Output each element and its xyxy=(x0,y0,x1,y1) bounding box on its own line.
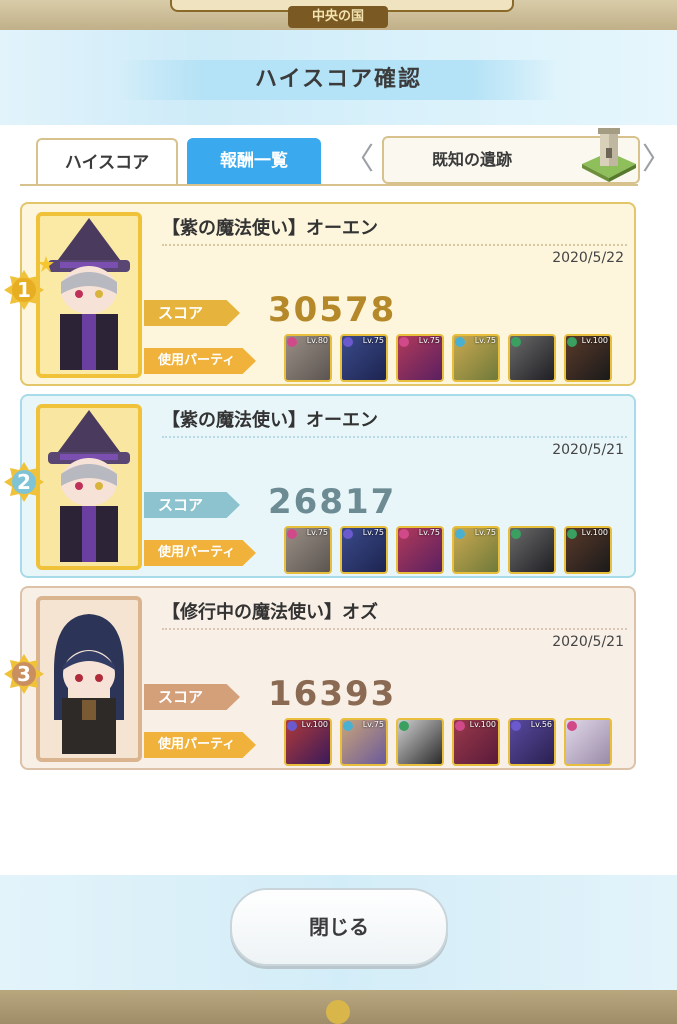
party-card[interactable]: Lv.80 xyxy=(284,334,332,382)
character-name: 【紫の魔法使い】オーエン xyxy=(162,410,378,431)
next-stage-arrow-icon[interactable]: 〉 xyxy=(642,140,672,180)
party-card[interactable] xyxy=(508,526,556,574)
party-card[interactable] xyxy=(508,334,556,382)
score-date: 2020/5/22 xyxy=(552,250,624,266)
map-background-top: 中央の国 xyxy=(0,0,677,32)
party-label: 使用パーティ xyxy=(144,732,256,758)
party-card[interactable]: Lv.75 xyxy=(452,526,500,574)
high-score-dialog: ハイスコア確認 ハイスコア 報酬一覧 〈 既知の遺跡 〉 1 【紫の魔法使い】オ… xyxy=(0,30,677,990)
attribute-icon xyxy=(567,337,577,347)
close-button[interactable]: 閉じる xyxy=(230,888,448,966)
dialog-header: ハイスコア確認 xyxy=(0,30,677,125)
attribute-icon xyxy=(567,529,577,539)
card-level: Lv.100 xyxy=(469,720,496,729)
party-card[interactable]: Lv.100 xyxy=(564,334,612,382)
attribute-icon xyxy=(343,337,353,347)
party-card[interactable]: Lv.75 xyxy=(340,526,388,574)
score-entry-rank-1: 1 【紫の魔法使い】オーエン 2020/5/22 スコア 30578 使用パーテ… xyxy=(4,202,636,386)
prev-stage-arrow-icon[interactable]: 〈 xyxy=(344,140,374,180)
card-level: Lv.75 xyxy=(362,528,384,537)
character-name: 【修行中の魔法使い】オズ xyxy=(162,602,378,623)
card-level: Lv.75 xyxy=(418,336,440,345)
stage-name: 既知の遺跡 xyxy=(432,150,513,169)
attribute-icon xyxy=(287,337,297,347)
attribute-icon xyxy=(567,721,577,731)
score-label: スコア xyxy=(144,684,240,710)
card-level: Lv.75 xyxy=(474,528,496,537)
character-portrait xyxy=(36,404,142,570)
attribute-icon xyxy=(343,529,353,539)
attribute-icon xyxy=(511,721,521,731)
character-portrait xyxy=(36,212,142,378)
tower-ruins-icon xyxy=(582,128,636,182)
attribute-icon xyxy=(511,337,521,347)
attribute-icon xyxy=(511,529,521,539)
card-level: Lv.75 xyxy=(474,336,496,345)
attribute-icon xyxy=(343,721,353,731)
party-card[interactable]: Lv.75 xyxy=(396,526,444,574)
score-label: スコア xyxy=(144,300,240,326)
party-card[interactable]: Lv.75 xyxy=(284,526,332,574)
character-name: 【紫の魔法使い】オーエン xyxy=(162,218,378,239)
party-cards: Lv.80 Lv.75 Lv.75 Lv.75 Lv.100 xyxy=(284,334,614,382)
rank-number: 2 xyxy=(17,470,31,494)
card-level: Lv.56 xyxy=(530,720,552,729)
attribute-icon xyxy=(287,721,297,731)
tab-underline xyxy=(20,184,638,186)
character-owen-chibi xyxy=(48,410,130,562)
score-value: 30578 xyxy=(268,290,397,330)
character-owen-chibi xyxy=(40,218,130,370)
card-level: Lv.100 xyxy=(581,528,608,537)
tab-reward-list[interactable]: 報酬一覧 xyxy=(187,138,321,184)
character-portrait xyxy=(36,596,142,762)
rank-number: 1 xyxy=(17,278,31,302)
name-divider xyxy=(162,436,627,438)
attribute-icon xyxy=(399,337,409,347)
score-date: 2020/5/21 xyxy=(552,442,624,458)
dialog-title: ハイスコア確認 xyxy=(255,67,422,92)
score-entry-rank-3: 3 【修行中の魔法使い】オズ 2020/5/21 スコア 16393 使用パーテ… xyxy=(4,586,636,770)
card-level: Lv.75 xyxy=(418,528,440,537)
party-card[interactable]: Lv.75 xyxy=(340,718,388,766)
party-card[interactable]: Lv.100 xyxy=(564,526,612,574)
attribute-icon xyxy=(455,721,465,731)
card-level: Lv.80 xyxy=(306,336,328,345)
party-card[interactable]: Lv.75 xyxy=(396,334,444,382)
card-level: Lv.100 xyxy=(581,336,608,345)
card-level: Lv.75 xyxy=(362,336,384,345)
name-divider xyxy=(162,628,627,630)
party-card[interactable] xyxy=(564,718,612,766)
card-level: Lv.75 xyxy=(362,720,384,729)
name-divider xyxy=(162,244,627,246)
party-cards: Lv.75 Lv.75 Lv.75 Lv.75 Lv.100 xyxy=(284,526,614,574)
attribute-icon xyxy=(287,529,297,539)
region-label: 中央の国 xyxy=(288,6,388,28)
tab-high-score[interactable]: ハイスコア xyxy=(36,138,178,186)
score-date: 2020/5/21 xyxy=(552,634,624,650)
party-cards: Lv.100 Lv.75 Lv.100 Lv.56 xyxy=(284,718,614,766)
score-value: 16393 xyxy=(268,674,397,714)
party-card[interactable]: Lv.75 xyxy=(340,334,388,382)
score-value: 26817 xyxy=(268,482,397,522)
party-card[interactable]: Lv.56 xyxy=(508,718,556,766)
score-label: スコア xyxy=(144,492,240,518)
attribute-icon xyxy=(455,529,465,539)
score-entry-rank-2: 2 【紫の魔法使い】オーエン 2020/5/21 スコア 26817 使用パーテ… xyxy=(4,394,636,578)
compass-icon xyxy=(326,1000,350,1024)
party-card[interactable] xyxy=(396,718,444,766)
attribute-icon xyxy=(399,721,409,731)
attribute-icon xyxy=(399,529,409,539)
party-label: 使用パーティ xyxy=(144,348,256,374)
party-card[interactable]: Lv.100 xyxy=(284,718,332,766)
rank-number: 3 xyxy=(17,662,31,686)
stage-selector[interactable]: 既知の遺跡 xyxy=(382,128,640,184)
card-level: Lv.100 xyxy=(301,720,328,729)
party-card[interactable]: Lv.75 xyxy=(452,334,500,382)
character-oz-chibi xyxy=(54,614,124,754)
party-label: 使用パーティ xyxy=(144,540,256,566)
card-level: Lv.75 xyxy=(306,528,328,537)
attribute-icon xyxy=(455,337,465,347)
party-card[interactable]: Lv.100 xyxy=(452,718,500,766)
